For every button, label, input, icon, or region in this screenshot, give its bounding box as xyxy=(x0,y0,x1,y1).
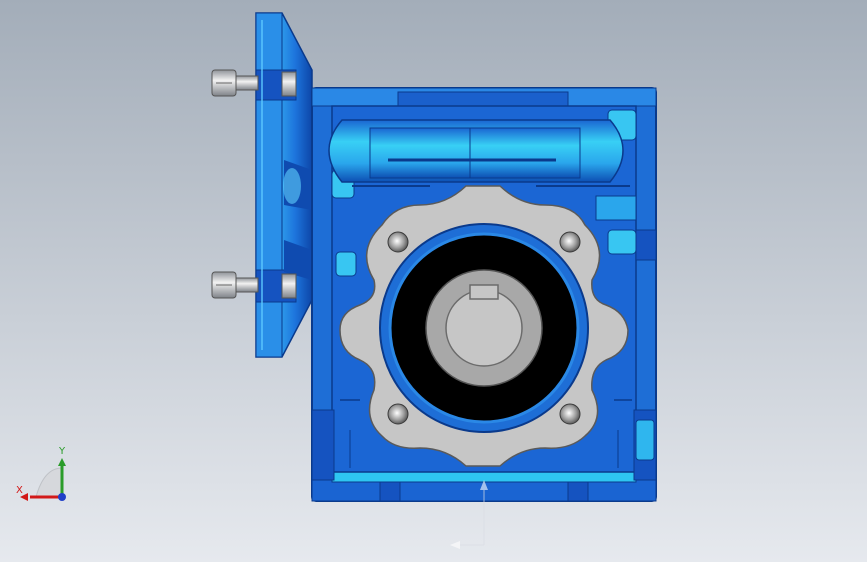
keyway xyxy=(469,284,499,300)
input-flange[interactable] xyxy=(255,12,313,358)
mount-hole-top-right xyxy=(559,231,581,253)
3d-scene[interactable]: X Y xyxy=(0,0,867,562)
output-bore[interactable] xyxy=(379,223,589,433)
mount-hole-bottom-left xyxy=(387,403,409,425)
y-axis-label: Y xyxy=(58,446,66,457)
mount-hole-bottom-right xyxy=(559,403,581,425)
z-axis-dot xyxy=(58,493,66,501)
x-axis-label: X xyxy=(16,485,23,496)
graphics-viewport[interactable]: X Y xyxy=(0,0,867,562)
mount-hole-top-left xyxy=(387,231,409,253)
